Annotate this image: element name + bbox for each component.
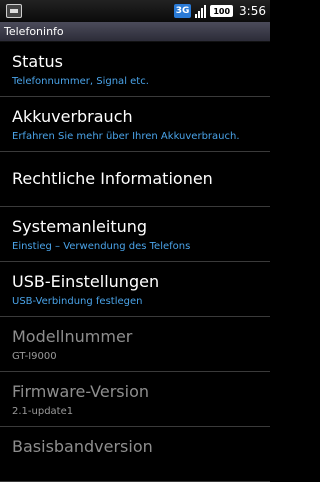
- 3g-icon: 3G: [173, 4, 192, 18]
- item-title: Systemanleitung: [12, 217, 148, 236]
- item-title: Status: [12, 52, 63, 71]
- settings-list: Status Telefonnummer, Signal etc. Akkuve…: [0, 42, 270, 482]
- item-subtitle: 2.1-update1: [12, 406, 74, 417]
- list-item-rechtliche-informationen[interactable]: Rechtliche Informationen: [0, 152, 270, 207]
- battery-icon: 100: [210, 5, 234, 17]
- list-item-firmware-version: Firmware-Version 2.1-update1: [0, 372, 270, 427]
- item-subtitle: Telefonnummer, Signal etc.: [12, 76, 149, 87]
- item-subtitle: USB-Verbindung festlegen: [12, 296, 143, 307]
- item-title: Akkuverbrauch: [12, 107, 133, 126]
- title-bar: Telefoninfo: [0, 22, 270, 42]
- list-item-akkuverbrauch[interactable]: Akkuverbrauch Erfahren Sie mehr über Ihr…: [0, 97, 270, 152]
- item-title: Firmware-Version: [12, 382, 149, 401]
- list-item-status[interactable]: Status Telefonnummer, Signal etc.: [0, 42, 270, 97]
- item-title: Basisbandversion: [12, 437, 153, 456]
- status-time: 3:56: [239, 4, 266, 18]
- usb-icon: [6, 4, 22, 18]
- item-title: Rechtliche Informationen: [12, 169, 213, 188]
- list-item-systemanleitung[interactable]: Systemanleitung Einstieg – Verwendung de…: [0, 207, 270, 262]
- page-title: Telefoninfo: [4, 25, 64, 38]
- item-subtitle: Einstieg – Verwendung des Telefons: [12, 241, 191, 252]
- item-subtitle: GT-I9000: [12, 351, 57, 362]
- item-title: Modellnummer: [12, 327, 133, 346]
- list-item-basisbandversion: Basisbandversion: [0, 427, 270, 482]
- status-bar: 3G 100 3:56: [0, 0, 270, 22]
- list-item-modellnummer: Modellnummer GT-I9000: [0, 317, 270, 372]
- list-item-usb-einstellungen[interactable]: USB-Einstellungen USB-Verbindung festleg…: [0, 262, 270, 317]
- signal-icon: [195, 4, 207, 18]
- item-subtitle: Erfahren Sie mehr über Ihren Akkuverbrau…: [12, 131, 240, 142]
- item-title: USB-Einstellungen: [12, 272, 160, 291]
